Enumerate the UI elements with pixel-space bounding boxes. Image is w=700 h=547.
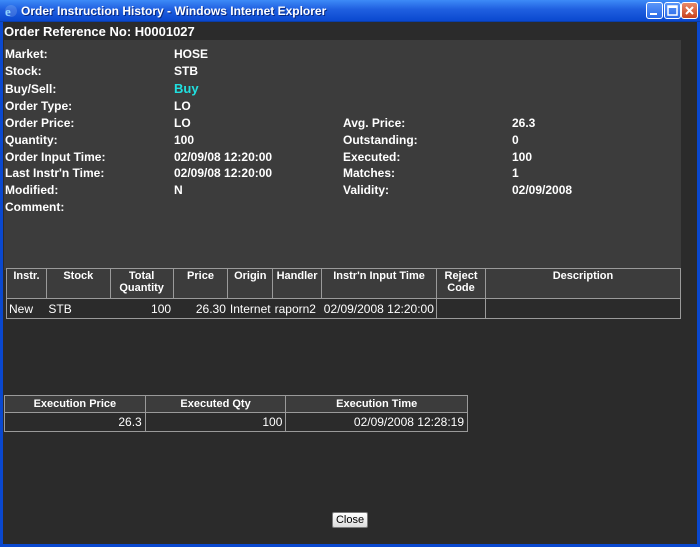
col-header-execution-price: Execution Price: [4, 395, 146, 413]
col-header-reject-code-line1: Reject: [444, 270, 478, 282]
validity-value: 02/09/2008: [512, 183, 573, 197]
execution-table: Execution Price Executed Qty Execution T…: [4, 395, 468, 432]
outstanding-value: 0: [512, 133, 519, 147]
execution-table-header: Execution Price Executed Qty Execution T…: [4, 395, 468, 413]
market-label: Market:: [5, 47, 48, 61]
order-reference-title: Order Reference No: H0001027: [4, 24, 195, 39]
executed-value: 100: [512, 150, 533, 164]
avg-price-label: Avg. Price:: [343, 116, 406, 130]
cell-instr: New: [6, 298, 47, 319]
cell-execution-price: 26.3: [4, 412, 146, 432]
col-header-origin: Origin: [227, 268, 274, 299]
buysell-value: Buy: [174, 81, 199, 96]
order-type-label: Order Type:: [5, 99, 73, 113]
col-header-total-quantity-line2: Quantity: [119, 282, 164, 294]
col-header-reject-code-line2: Code: [447, 282, 475, 294]
market-value: HOSE: [174, 47, 209, 61]
order-price-label: Order Price:: [5, 116, 75, 130]
cell-handler: raporn2: [272, 298, 322, 319]
col-header-handler: Handler: [272, 268, 323, 299]
col-header-executed-qty: Executed Qty: [144, 395, 287, 413]
window-title: Order Instruction History - Windows Inte…: [21, 4, 327, 18]
close-button[interactable]: Close: [332, 512, 368, 528]
stock-value: STB: [174, 64, 198, 78]
col-header-description: Description: [484, 268, 682, 299]
cell-price: 26.30: [173, 298, 228, 319]
cell-execution-time: 02/09/2008 12:28:19: [285, 412, 468, 432]
instruction-table-header: Instr. Stock Total Quantity Price Origin …: [6, 268, 682, 299]
cell-reject-code: [436, 298, 486, 319]
last-instr-time-value: 02/09/08 12:20:00: [174, 166, 273, 180]
matches-value: 1: [512, 166, 519, 180]
quantity-label: Quantity:: [5, 133, 58, 147]
cell-input-time: 02/09/2008 12:20:00: [321, 298, 437, 319]
order-type-value: LO: [174, 99, 191, 113]
table-row: New STB 100 26.30 Internet raporn2 02/09…: [6, 298, 682, 319]
col-header-total-quantity: Total Quantity: [109, 268, 174, 299]
internet-explorer-icon: e: [5, 4, 17, 18]
col-header-execution-time: Execution Time: [285, 395, 468, 413]
cell-description: [485, 298, 682, 319]
modified-label: Modified:: [5, 183, 59, 197]
validity-label: Validity:: [343, 183, 390, 197]
quantity-value: 100: [174, 133, 195, 147]
title-bar[interactable]: e Order Instruction History - Windows In…: [0, 0, 700, 22]
stock-label: Stock:: [5, 64, 42, 78]
col-header-total-quantity-line1: Total: [128, 270, 155, 282]
col-header-stock: Stock: [45, 268, 111, 299]
svg-text:e: e: [5, 4, 11, 18]
buysell-label: Buy/Sell:: [5, 82, 57, 96]
maximize-button[interactable]: [664, 2, 681, 19]
comment-label: Comment:: [5, 200, 65, 214]
close-window-button[interactable]: [681, 2, 698, 19]
order-input-time-label: Order Input Time:: [5, 150, 106, 164]
cell-origin: Internet: [227, 298, 273, 319]
instruction-history-table: Instr. Stock Total Quantity Price Origin …: [6, 268, 682, 319]
order-detail-panel: Market: HOSE Stock: STB Buy/Sell: Buy Or…: [4, 40, 681, 270]
order-input-time-value: 02/09/08 12:20:00: [174, 150, 273, 164]
col-header-input-time: Instr'n Input Time: [321, 268, 438, 299]
col-header-reject-code: Reject Code: [436, 268, 486, 299]
col-header-instr: Instr.: [6, 268, 47, 299]
minimize-button[interactable]: [646, 2, 663, 19]
cell-total-quantity: 100: [110, 298, 174, 319]
executed-label: Executed:: [343, 150, 401, 164]
cell-stock: STB: [46, 298, 111, 319]
cell-executed-qty: 100: [144, 412, 287, 432]
maximize-icon: [667, 5, 678, 16]
minimize-icon: [650, 13, 657, 15]
page-content: Order Reference No: H0001027 Market: HOS…: [3, 22, 697, 544]
matches-label: Matches:: [343, 166, 396, 180]
outstanding-label: Outstanding:: [343, 133, 418, 147]
close-icon: [685, 6, 694, 15]
order-price-value: LO: [174, 116, 191, 130]
table-row: 26.3 100 02/09/2008 12:28:19: [4, 412, 468, 432]
avg-price-value: 26.3: [512, 116, 536, 130]
col-header-price: Price: [172, 268, 229, 299]
modified-value: N: [174, 183, 183, 197]
last-instr-time-label: Last Instr'n Time:: [5, 166, 105, 180]
